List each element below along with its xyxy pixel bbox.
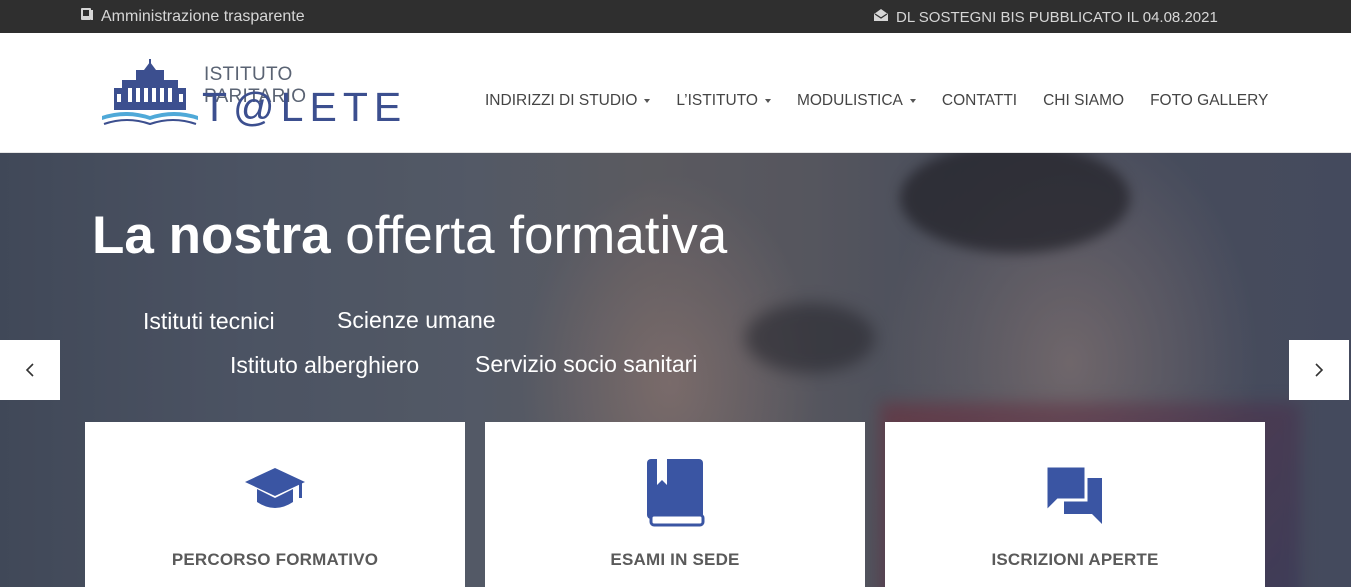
nav-item-label: INDIRIZZI DI STUDIO xyxy=(485,92,638,109)
main-navigation: INDIRIZZI DI STUDIO L’ISTITUTO MODULISTI… xyxy=(485,92,1294,110)
hero-title-bold: La nostra xyxy=(92,206,331,265)
nav-item-label: CONTATTI xyxy=(941,92,1018,109)
caret-down-icon xyxy=(909,99,916,103)
hero-tag: Istituto alberghiero xyxy=(230,352,420,378)
envelope-open-icon xyxy=(873,8,889,26)
school-building-logo-icon xyxy=(102,59,198,126)
logo-title: T@LETE xyxy=(202,84,408,130)
feature-card-icon-wrapper xyxy=(485,457,865,529)
hero-tag: Servizio socio sanitari xyxy=(475,351,698,377)
feature-card-label: ISCRIZIONI APERTE xyxy=(991,550,1159,569)
transparency-link-label: Amministrazione trasparente xyxy=(101,7,305,25)
book-icon xyxy=(647,459,705,527)
hero-tag: Istituti tecnici xyxy=(143,308,275,334)
feature-card-iscrizioni-aperte[interactable]: ISCRIZIONI APERTE xyxy=(885,422,1265,587)
site-header: ISTITUTO PARITARIO T@LETE INDIRIZZI DI S… xyxy=(0,33,1351,153)
nav-item-foto-gallery[interactable]: FOTO GALLERY xyxy=(1150,92,1268,110)
caret-down-icon xyxy=(764,99,771,103)
book-icon xyxy=(80,7,94,26)
nav-item-label: CHI SIAMO xyxy=(1043,92,1125,109)
nav-item-indirizzi-di-studio[interactable]: INDIRIZZI DI STUDIO xyxy=(485,92,651,110)
caret-down-icon xyxy=(644,99,651,103)
top-bar: Amministrazione trasparente DL SOSTEGNI … xyxy=(0,0,1351,33)
hero-title: La nostra offerta formativa xyxy=(92,205,727,266)
chevron-right-icon xyxy=(1315,363,1324,377)
nav-item-modulistica[interactable]: MODULISTICA xyxy=(797,92,916,110)
nav-item-label: MODULISTICA xyxy=(796,92,903,109)
graduation-cap-icon xyxy=(245,468,305,508)
news-ticker-text: DL SOSTEGNI BIS PUBBLICATO IL 04.08.2021 xyxy=(896,8,1218,26)
feature-card-label: ESAMI IN SEDE xyxy=(610,550,740,569)
feature-card-esami-in-sede[interactable]: ESAMI IN SEDE xyxy=(485,422,865,587)
nav-item-contatti[interactable]: CONTATTI xyxy=(942,92,1017,110)
news-ticker[interactable]: DL SOSTEGNI BIS PUBBLICATO IL 04.08.2021 xyxy=(873,8,1218,26)
chevron-left-icon xyxy=(25,363,34,377)
site-logo[interactable]: ISTITUTO PARITARIO T@LETE xyxy=(100,58,401,138)
nav-item-istituto[interactable]: L’ISTITUTO xyxy=(676,92,771,110)
transparency-link[interactable]: Amministrazione trasparente xyxy=(80,7,305,26)
slider-next-button[interactable] xyxy=(1289,340,1349,400)
nav-item-label: L’ISTITUTO xyxy=(676,92,758,109)
hero-slider: La nostra offerta formativa Istituti tec… xyxy=(0,153,1351,587)
feature-card-icon-wrapper xyxy=(85,462,465,518)
chat-bubbles-icon xyxy=(1044,464,1102,524)
feature-card-percorso-formativo[interactable]: PERCORSO FORMATIVO xyxy=(85,422,465,587)
slider-prev-button[interactable] xyxy=(0,340,60,400)
nav-item-label: FOTO GALLERY xyxy=(1150,92,1269,109)
hero-title-light: offerta formativa xyxy=(345,206,728,265)
feature-card-label: PERCORSO FORMATIVO xyxy=(171,550,379,569)
hero-tag: Scienze umane xyxy=(337,307,496,333)
nav-item-chi-siamo[interactable]: CHI SIAMO xyxy=(1043,92,1124,110)
feature-card-icon-wrapper xyxy=(885,464,1265,526)
